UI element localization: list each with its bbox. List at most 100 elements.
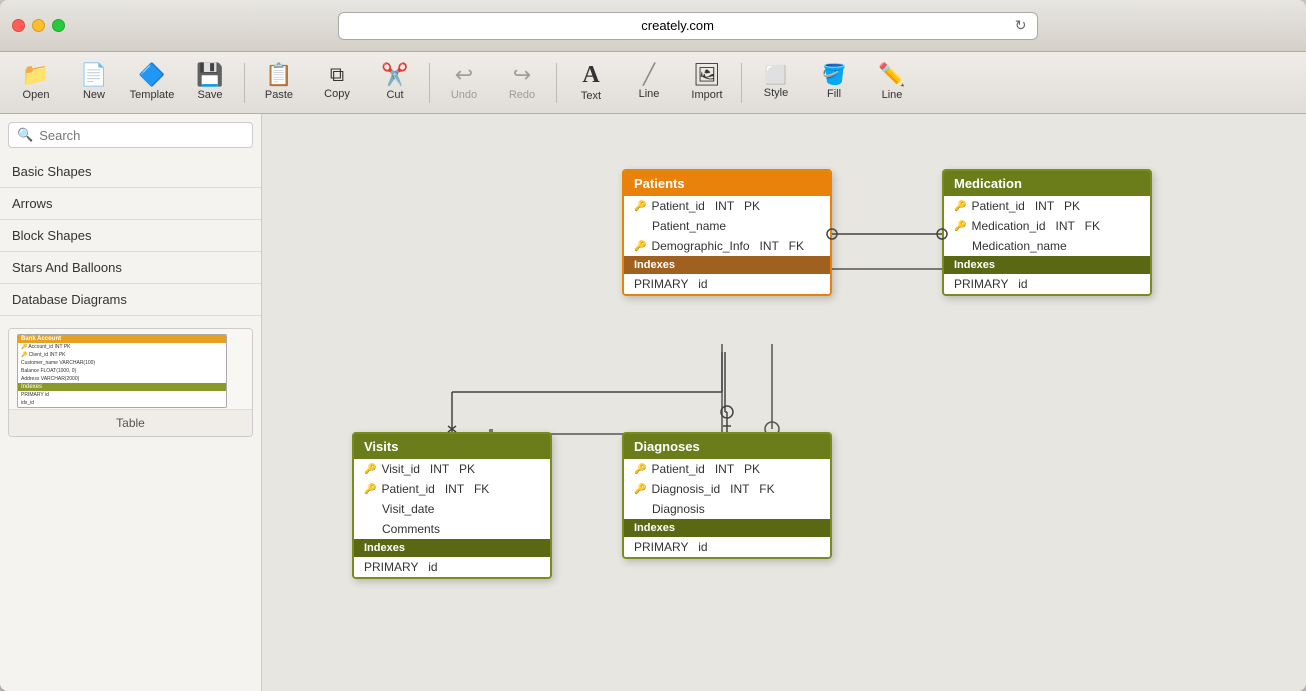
medication-header: Medication xyxy=(944,171,1150,196)
style-button[interactable]: ⬜ Style xyxy=(748,56,804,110)
open-label: Open xyxy=(23,89,50,101)
search-input[interactable] xyxy=(39,128,244,143)
separator-1 xyxy=(244,63,245,103)
mini-table-row: Balance FLOAT(1000, 0) xyxy=(18,367,226,375)
new-label: New xyxy=(83,89,105,101)
table-row: 🔑 Patient_id INT PK xyxy=(624,196,830,216)
key-icon: 🔑 xyxy=(634,484,646,495)
maximize-button[interactable] xyxy=(52,19,65,32)
import-button[interactable]: 🖼 Import xyxy=(679,56,735,110)
table-row: Medication_name xyxy=(944,236,1150,256)
separator-3 xyxy=(556,63,557,103)
search-box[interactable]: 🔍 xyxy=(8,122,253,148)
patients-header: Patients xyxy=(624,171,830,196)
patients-indexes-header: Indexes xyxy=(624,256,830,274)
sidebar-thumbnail[interactable]: Bank Account 🔑 Account_id INT PK 🔑 Clien… xyxy=(8,328,253,437)
canvas-area[interactable]: Patients 🔑 Patient_id INT PK Patient_nam… xyxy=(262,114,1306,691)
separator-4 xyxy=(741,63,742,103)
minimize-button[interactable] xyxy=(32,19,45,32)
save-label: Save xyxy=(197,89,222,101)
thumbnail-preview: Bank Account 🔑 Account_id INT PK 🔑 Clien… xyxy=(9,329,252,409)
copy-button[interactable]: ⧉ Copy xyxy=(309,56,365,110)
key-icon: 🔑 xyxy=(954,201,966,212)
cut-icon: ✂️ xyxy=(381,64,408,86)
table-row: 🔑 Patient_id INT PK xyxy=(624,459,830,479)
mini-table: Bank Account 🔑 Account_id INT PK 🔑 Clien… xyxy=(17,334,227,408)
pencil-icon: ✏️ xyxy=(878,64,905,86)
sidebar-item-arrows[interactable]: Arrows xyxy=(0,188,261,220)
save-button[interactable]: 💾 Save xyxy=(182,56,238,110)
mini-table-indexes: Indexes xyxy=(18,383,226,391)
row-text: Visit_id INT PK xyxy=(381,462,475,476)
key-icon: 🔑 xyxy=(634,241,646,252)
copy-icon: ⧉ xyxy=(330,65,344,85)
database-diagrams-label: Database Diagrams xyxy=(12,292,127,307)
mini-table-row: 🔑 Account_id INT PK xyxy=(18,343,226,351)
import-icon: 🖼 xyxy=(693,64,721,86)
sidebar-item-stars-balloons[interactable]: Stars And Balloons xyxy=(0,252,261,284)
text-button[interactable]: A Text xyxy=(563,56,619,110)
traffic-lights xyxy=(12,19,65,32)
save-icon: 💾 xyxy=(196,64,223,86)
sidebar: 🔍 Basic Shapes Arrows Block Shapes Stars… xyxy=(0,114,262,691)
sidebar-item-database-diagrams[interactable]: Database Diagrams xyxy=(0,284,261,316)
redo-label: Redo xyxy=(509,89,535,101)
visits-index-row: PRIMARY id xyxy=(354,557,550,577)
table-row: 🔑 Visit_id INT PK xyxy=(354,459,550,479)
new-button[interactable]: 📄 New xyxy=(66,56,122,110)
row-text: Visit_date xyxy=(382,502,434,516)
table-row: 🔑 Demographic_Info INT FK xyxy=(624,236,830,256)
diagnoses-body: 🔑 Patient_id INT PK 🔑 Diagnosis_id INT F… xyxy=(624,459,830,519)
line2-label: Line xyxy=(882,89,903,101)
style-icon: ⬜ xyxy=(765,66,787,84)
stars-balloons-label: Stars And Balloons xyxy=(12,260,122,275)
table-row: Diagnosis xyxy=(624,499,830,519)
table-diagnoses[interactable]: Diagnoses 🔑 Patient_id INT PK 🔑 Diagnosi… xyxy=(622,432,832,559)
diagnoses-index-row: PRIMARY id xyxy=(624,537,830,557)
text-label: Text xyxy=(581,90,601,102)
table-row: Visit_date xyxy=(354,499,550,519)
reload-button[interactable]: ↻ xyxy=(1015,17,1027,34)
mini-table-row: Address VARCHAR(2000) xyxy=(18,375,226,383)
open-button[interactable]: 📁 Open xyxy=(8,56,64,110)
visits-indexes-header: Indexes xyxy=(354,539,550,557)
fill-button[interactable]: 🪣 Fill xyxy=(806,56,862,110)
line2-button[interactable]: ✏️ Line xyxy=(864,56,920,110)
redo-button[interactable]: ↪ Redo xyxy=(494,56,550,110)
import-label: Import xyxy=(691,89,722,101)
url-bar[interactable]: ↻ xyxy=(338,12,1038,40)
medication-indexes-header: Indexes xyxy=(944,256,1150,274)
paste-icon: 📋 xyxy=(265,64,292,86)
patients-index-row: PRIMARY id xyxy=(624,274,830,294)
table-patients[interactable]: Patients 🔑 Patient_id INT PK Patient_nam… xyxy=(622,169,832,296)
template-label: Template xyxy=(130,89,175,101)
row-text: Medication_name xyxy=(972,239,1067,253)
table-row: Comments xyxy=(354,519,550,539)
thumbnail-label: Table xyxy=(9,409,252,436)
open-icon: 📁 xyxy=(22,64,49,86)
visits-body: 🔑 Visit_id INT PK 🔑 Patient_id INT FK Vi… xyxy=(354,459,550,539)
row-text: Demographic_Info INT FK xyxy=(651,239,804,253)
line-label: Line xyxy=(639,88,660,100)
line-button[interactable]: ╱ Line xyxy=(621,56,677,110)
key-icon: 🔑 xyxy=(634,464,646,475)
template-button[interactable]: 🔷 Template xyxy=(124,56,180,110)
toolbar: 📁 Open 📄 New 🔷 Template 💾 Save 📋 Paste ⧉… xyxy=(0,52,1306,114)
undo-button[interactable]: ↩ Undo xyxy=(436,56,492,110)
url-input[interactable] xyxy=(349,18,1007,33)
close-button[interactable] xyxy=(12,19,25,32)
sidebar-item-block-shapes[interactable]: Block Shapes xyxy=(0,220,261,252)
paste-button[interactable]: 📋 Paste xyxy=(251,56,307,110)
table-visits[interactable]: Visits 🔑 Visit_id INT PK 🔑 Patient_id IN… xyxy=(352,432,552,579)
mini-table-row: Customer_name VARCHAR(100) xyxy=(18,359,226,367)
table-row: 🔑 Patient_id INT FK xyxy=(354,479,550,499)
sidebar-item-basic-shapes[interactable]: Basic Shapes xyxy=(0,156,261,188)
cut-button[interactable]: ✂️ Cut xyxy=(367,56,423,110)
medication-body: 🔑 Patient_id INT PK 🔑 Medication_id INT … xyxy=(944,196,1150,256)
table-medication[interactable]: Medication 🔑 Patient_id INT PK 🔑 Medicat… xyxy=(942,169,1152,296)
table-row: 🔑 Diagnosis_id INT FK xyxy=(624,479,830,499)
visits-header: Visits xyxy=(354,434,550,459)
mini-table-row: PRIMARY id xyxy=(18,391,226,399)
new-icon: 📄 xyxy=(80,64,107,86)
undo-icon: ↩ xyxy=(455,64,473,86)
